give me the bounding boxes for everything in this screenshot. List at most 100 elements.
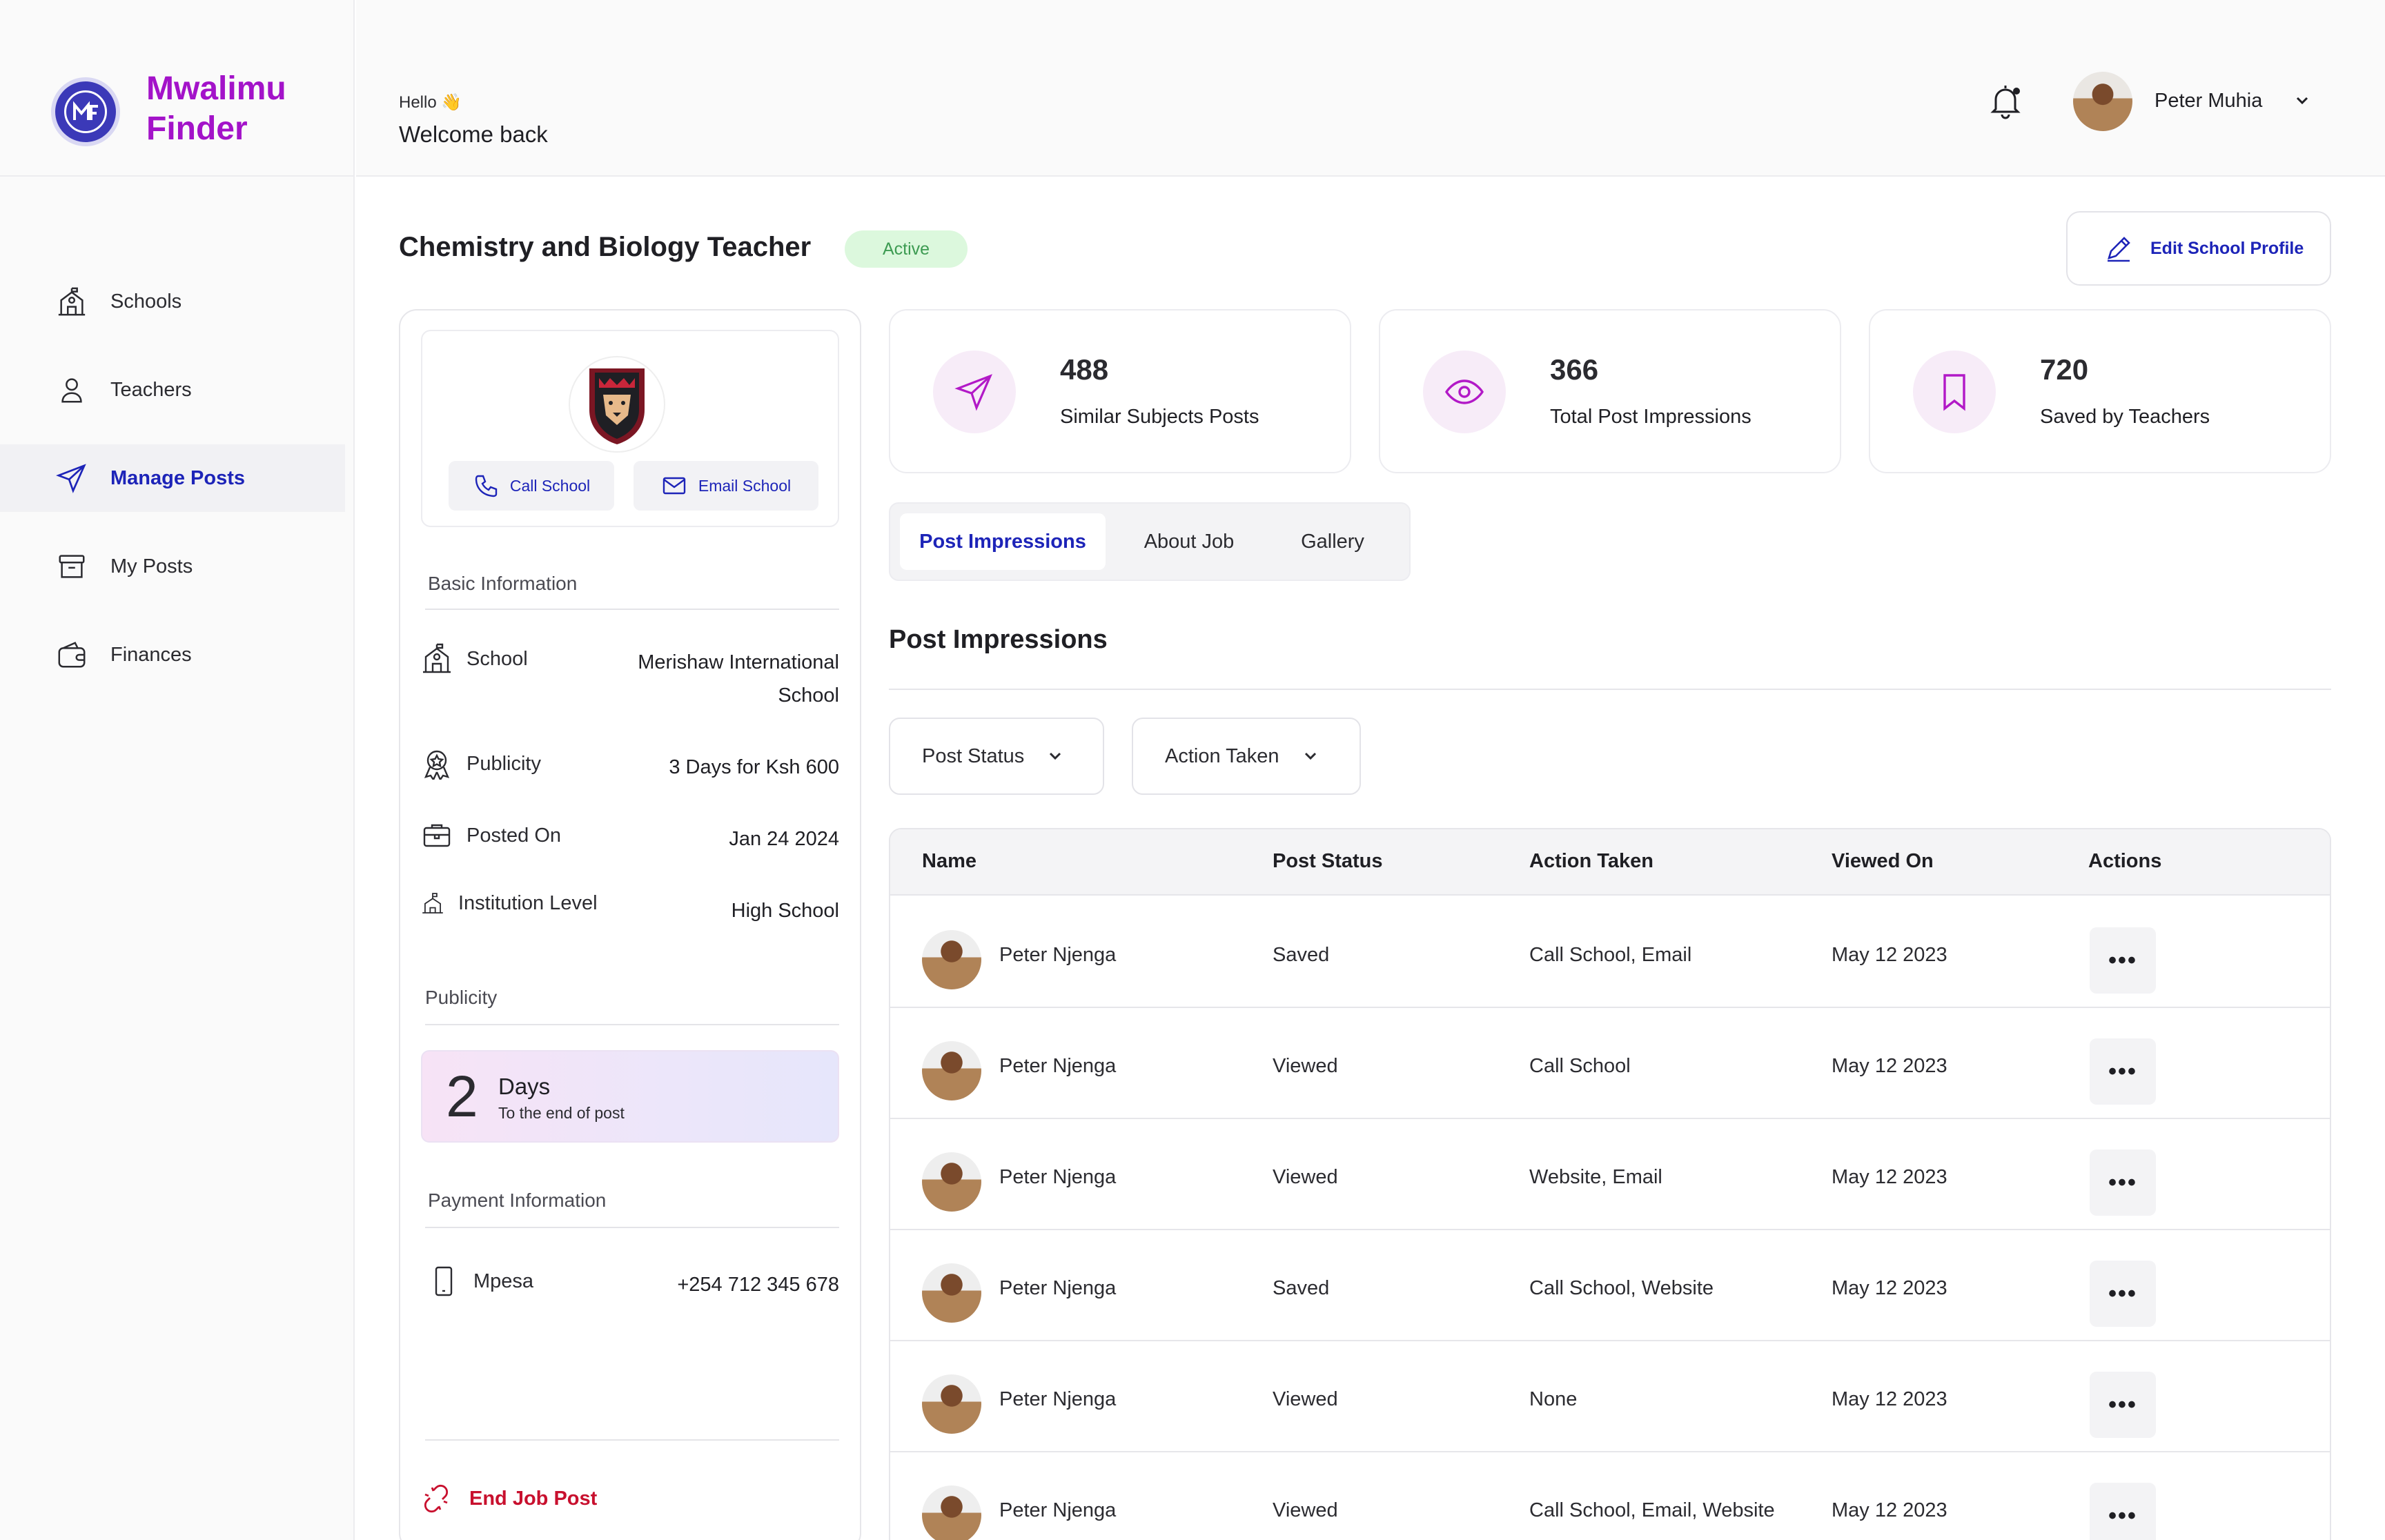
- email-school-button[interactable]: Email School: [634, 461, 818, 511]
- info-value: 3 Days for Ksh 600: [669, 756, 839, 778]
- avatar: [922, 930, 981, 989]
- tab-about-job[interactable]: About Job: [1125, 513, 1253, 570]
- row-viewed-on: May 12 2023: [1832, 1055, 1947, 1077]
- avatar: [922, 1041, 981, 1100]
- table-row[interactable]: Peter Njenga Viewed None May 12 2023 •••: [890, 1341, 2330, 1452]
- table-row[interactable]: Peter Njenga Viewed Call School May 12 2…: [890, 1008, 2330, 1119]
- column-header-viewed-on[interactable]: Viewed On: [1832, 850, 1934, 873]
- table-row[interactable]: Peter Njenga Viewed Website, Email May 1…: [890, 1119, 2330, 1230]
- stat-label: Total Post Impressions: [1550, 406, 1751, 428]
- basic-information-heading: Basic Information: [428, 573, 578, 594]
- notification-bell-icon[interactable]: [1986, 81, 2025, 120]
- column-header-name[interactable]: Name: [922, 850, 976, 873]
- divider: [425, 1227, 839, 1228]
- post-status-filter[interactable]: Post Status: [889, 718, 1104, 795]
- column-header-actions: Actions: [2088, 850, 2162, 872]
- info-row-school: School Merishaw International School: [421, 643, 839, 719]
- email-school-label: Email School: [698, 476, 792, 495]
- table-row[interactable]: Peter Njenga Viewed Call School, Email, …: [890, 1452, 2330, 1540]
- payment-value: +254 712 345 678: [677, 1274, 839, 1296]
- tab-post-impressions[interactable]: Post Impressions: [900, 513, 1106, 570]
- sidebar-nav: Schools Teachers Manage Posts My Posts F…: [0, 268, 355, 709]
- row-viewed-on: May 12 2023: [1832, 1277, 1947, 1299]
- institution-icon: [422, 893, 443, 914]
- row-viewed-on: May 12 2023: [1832, 1388, 1947, 1410]
- user-name[interactable]: Peter Muhia: [2155, 90, 2262, 112]
- days-remaining-number: 2: [446, 1064, 478, 1129]
- row-status: Viewed: [1273, 1388, 1338, 1410]
- info-row-publicity: Publicity 3 Days for Ksh 600: [421, 748, 839, 787]
- row-status: Viewed: [1273, 1055, 1338, 1077]
- avatar: [922, 1152, 981, 1212]
- sidebar-item-schools[interactable]: Schools: [0, 268, 345, 335]
- stat-value: 488: [1060, 353, 1109, 386]
- mobile-phone-icon: [435, 1266, 453, 1296]
- archive-icon: [55, 550, 88, 583]
- briefcase-icon: [423, 824, 451, 847]
- more-options-button[interactable]: •••: [2090, 1261, 2156, 1327]
- row-name: Peter Njenga: [999, 1055, 1117, 1077]
- stat-value: 366: [1550, 353, 1599, 386]
- divider: [425, 609, 839, 610]
- info-row-payment: Mpesa +254 712 345 678: [421, 1265, 839, 1304]
- send-icon: [933, 351, 1016, 433]
- action-taken-filter-label: Action Taken: [1165, 744, 1279, 767]
- days-remaining-box: 2 Days To the end of post: [421, 1050, 839, 1143]
- table-header: Name Post Status Action Taken Viewed On …: [890, 829, 2330, 896]
- divider: [889, 689, 2331, 690]
- call-school-button[interactable]: Call School: [449, 461, 614, 511]
- brand-name[interactable]: Mwalimu Finder: [146, 69, 326, 149]
- sidebar-item-label: My Posts: [110, 555, 193, 578]
- school-contact-box: Call School Email School: [421, 330, 839, 527]
- end-job-post-button[interactable]: End Job Post: [421, 1483, 597, 1514]
- impressions-table: Name Post Status Action Taken Viewed On …: [889, 828, 2331, 1540]
- sidebar-item-my-posts[interactable]: My Posts: [0, 533, 345, 600]
- action-taken-filter[interactable]: Action Taken: [1132, 718, 1361, 795]
- sidebar-item-label: Teachers: [110, 378, 192, 401]
- sidebar-item-label: Finances: [110, 643, 192, 666]
- phone-icon: [475, 475, 498, 497]
- divider: [425, 1439, 839, 1441]
- stat-value: 720: [2040, 353, 2089, 386]
- award-badge-icon: [424, 750, 450, 780]
- column-header-post-status[interactable]: Post Status: [1273, 850, 1383, 873]
- more-options-button[interactable]: •••: [2090, 1149, 2156, 1216]
- edit-school-profile-button[interactable]: Edit School Profile: [2066, 211, 2331, 286]
- more-options-button[interactable]: •••: [2090, 1483, 2156, 1540]
- broken-link-icon: [424, 1484, 449, 1513]
- send-icon: [55, 462, 88, 495]
- row-viewed-on: May 12 2023: [1832, 1166, 1947, 1188]
- sidebar-item-finances[interactable]: Finances: [0, 621, 345, 689]
- payment-method: Mpesa: [473, 1270, 534, 1292]
- post-impressions-heading: Post Impressions: [889, 625, 1108, 654]
- more-options-button[interactable]: •••: [2090, 1372, 2156, 1438]
- row-action: Call School, Email: [1529, 944, 1692, 966]
- row-action: Call School, Website: [1529, 1277, 1714, 1299]
- column-header-action-taken[interactable]: Action Taken: [1529, 850, 1653, 873]
- info-label: School: [467, 647, 528, 670]
- table-row[interactable]: Peter Njenga Saved Call School, Website …: [890, 1230, 2330, 1341]
- more-options-button[interactable]: •••: [2090, 927, 2156, 994]
- school-building-icon: [55, 285, 88, 318]
- school-details-card: Call School Email School Basic Informati…: [399, 309, 861, 1540]
- table-row[interactable]: Peter Njenga Saved Call School, Email Ma…: [890, 897, 2330, 1008]
- info-value: Jan 24 2024: [729, 828, 839, 850]
- info-value: Merishaw International School: [638, 651, 839, 707]
- user-avatar[interactable]: [2073, 72, 2132, 131]
- sidebar-item-label: Manage Posts: [110, 466, 245, 489]
- row-viewed-on: May 12 2023: [1832, 1499, 1947, 1521]
- chevron-down-icon[interactable]: [2293, 91, 2312, 110]
- sidebar: Mwalimu Finder Schools Teachers Manage P…: [0, 0, 355, 1540]
- row-status: Viewed: [1273, 1166, 1338, 1188]
- mwalimu-finder-logo-icon[interactable]: [51, 77, 120, 146]
- tab-gallery[interactable]: Gallery: [1268, 513, 1397, 570]
- post-status-filter-label: Post Status: [922, 744, 1025, 767]
- sidebar-item-manage-posts[interactable]: Manage Posts: [0, 444, 345, 512]
- wallet-icon: [55, 638, 88, 671]
- more-options-button[interactable]: •••: [2090, 1038, 2156, 1105]
- chevron-down-icon: [1050, 752, 1061, 760]
- eye-icon: [1423, 351, 1506, 433]
- info-value: High School: [731, 900, 839, 922]
- call-school-label: Call School: [509, 476, 591, 495]
- sidebar-item-teachers[interactable]: Teachers: [0, 356, 345, 424]
